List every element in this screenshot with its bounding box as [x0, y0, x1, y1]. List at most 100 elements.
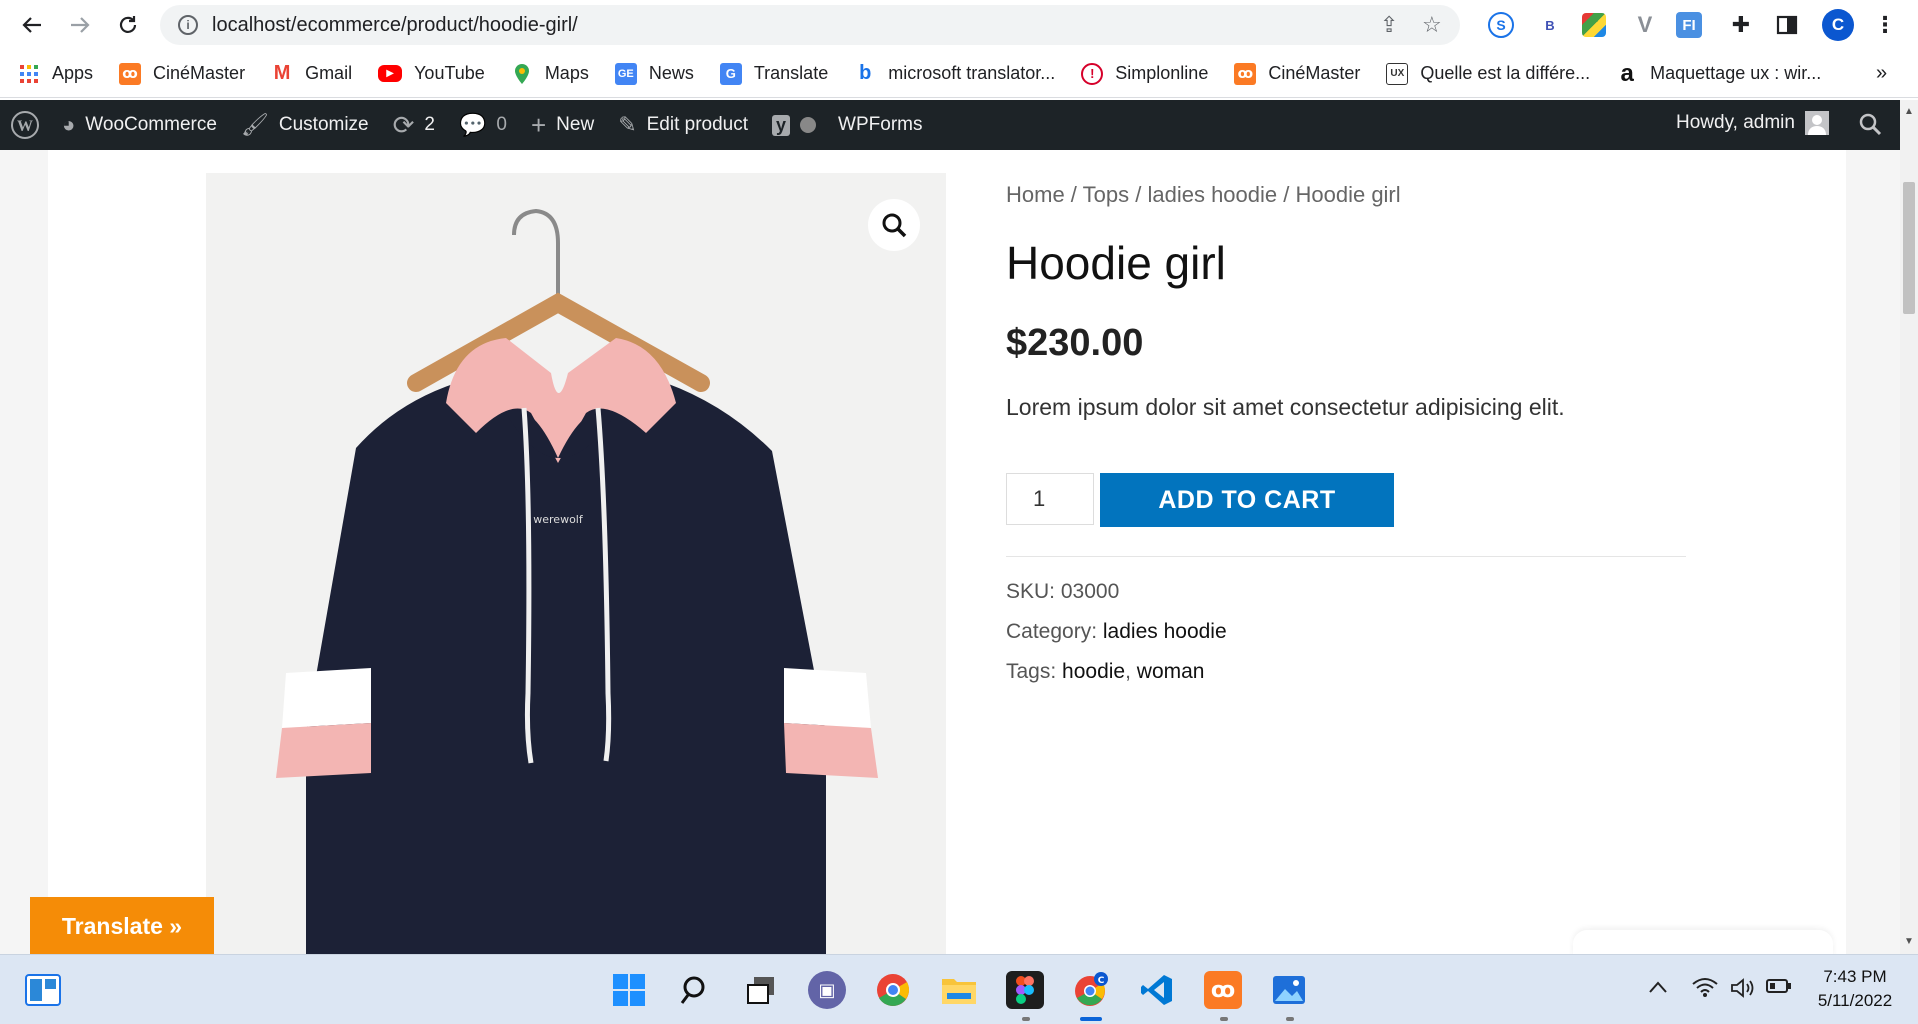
tags-label: Tags: [1006, 660, 1057, 683]
translate-icon: G [719, 62, 742, 85]
translate-widget-button[interactable]: Translate » [30, 897, 214, 955]
extension-refresh-icon[interactable]: S [1488, 12, 1514, 38]
yoast-icon: y [772, 114, 791, 136]
category-link[interactable]: ladies hoodie [1103, 620, 1227, 643]
reload-icon [119, 16, 137, 33]
windows-taskbar: ▣ C ꝏ 7:43 PM 5/11/2022 [0, 954, 1918, 1024]
chrome-icon[interactable] [874, 971, 912, 1009]
bookmark-cinemaster-2[interactable]: ꝏ CinéMaster [1234, 62, 1361, 85]
reload-button[interactable] [108, 5, 148, 45]
file-explorer-icon[interactable] [940, 971, 978, 1009]
browser-menu-icon[interactable]: ⋮ [1870, 10, 1900, 40]
breadcrumb-current: Hoodie girl [1295, 182, 1401, 207]
back-button[interactable] [12, 5, 52, 45]
bookmark-simplonline[interactable]: ! Simplonline [1081, 62, 1209, 85]
adminbar-label: WooCommerce [85, 114, 217, 135]
product-page: werewolf Home / Tops / ladies hoodie / H… [48, 150, 1846, 954]
adminbar-wpforms[interactable]: WPForms [838, 114, 922, 136]
bookmark-translate[interactable]: G Translate [719, 62, 828, 85]
battery-icon[interactable] [1766, 977, 1792, 1000]
adminbar-yoast[interactable]: y [772, 114, 817, 136]
bookmark-maps[interactable]: Maps [511, 63, 589, 85]
share-icon[interactable]: ⇪ [1380, 12, 1398, 38]
adminbar-search-icon[interactable] [1858, 112, 1882, 142]
add-to-cart-button[interactable]: ADD TO CART [1100, 473, 1394, 527]
bookmark-star-icon[interactable]: ☆ [1422, 12, 1442, 38]
maps-icon [511, 63, 533, 85]
wp-admin-bar: W ◕ WooCommerce 🖌 Customize ⟳ 2 💬 0 + Ne… [0, 100, 1900, 150]
bookmark-quelle-est-la-difference[interactable]: UX Quelle est la différe... [1386, 62, 1590, 85]
extensions-puzzle-icon[interactable]: ✚ [1726, 10, 1756, 40]
bookmarks-overflow-button[interactable]: » [1876, 62, 1887, 85]
extension-b-icon[interactable]: B [1535, 10, 1565, 40]
site-info-icon[interactable]: i [178, 15, 198, 35]
adminbar-my-account[interactable]: Howdy, admin [1676, 111, 1829, 135]
forward-button[interactable] [60, 5, 100, 45]
extension-colorful-icon[interactable] [1582, 13, 1606, 37]
teams-chat-icon[interactable]: ▣ [808, 971, 846, 1009]
task-view-icon[interactable] [742, 971, 780, 1009]
active-app-indicator [1080, 1017, 1102, 1021]
product-description: Lorem ipsum dolor sit amet consectetur a… [1006, 394, 1565, 420]
widgets-icon[interactable] [24, 971, 62, 1009]
photos-icon[interactable] [1270, 971, 1308, 1009]
adminbar-customize[interactable]: 🖌 Customize [241, 112, 369, 138]
tag-link-woman[interactable]: woman [1137, 660, 1205, 683]
bookmark-news[interactable]: GE News [614, 62, 694, 85]
address-bar[interactable]: i localhost/ecommerce/product/hoodie-gir… [160, 5, 1460, 45]
system-clock[interactable]: 7:43 PM 5/11/2022 [1800, 965, 1910, 1013]
figma-icon[interactable] [1006, 971, 1044, 1009]
product-image[interactable]: werewolf [206, 173, 946, 954]
adminbar-new[interactable]: + New [531, 110, 594, 141]
scroll-up-arrow[interactable]: ▲ [1904, 106, 1914, 117]
bookmark-label: CinéMaster [1268, 63, 1361, 83]
chrome-profile-icon[interactable]: C [1072, 971, 1110, 1009]
bookmark-youtube[interactable]: ▶ YouTube [378, 63, 485, 84]
start-windows-icon[interactable] [610, 971, 648, 1009]
image-zoom-button[interactable] [868, 199, 920, 251]
yoast-status-dot [800, 117, 817, 133]
profile-avatar[interactable]: C [1822, 9, 1854, 41]
volume-icon[interactable] [1730, 977, 1756, 1005]
sku-value: 03000 [1060, 580, 1120, 603]
product-title: Hoodie girl [1006, 237, 1226, 289]
bookmark-label: Simplonline [1115, 63, 1209, 83]
page-scrollbar[interactable]: ▲ ▼ [1900, 100, 1918, 954]
bookmark-maquettage-ux[interactable]: a Maquettage ux : wir... [1616, 60, 1821, 87]
bookmark-microsoft-translator[interactable]: b microsoft translator... [854, 62, 1055, 85]
search-icon[interactable] [676, 971, 714, 1009]
adminbar-updates[interactable]: ⟳ 2 [393, 110, 435, 141]
breadcrumb-tops[interactable]: Tops [1083, 182, 1129, 207]
scroll-down-arrow[interactable]: ▼ [1904, 936, 1914, 947]
adminbar-comments[interactable]: 💬 0 [459, 112, 507, 138]
bookmark-cinemaster[interactable]: ꝏ CinéMaster [119, 62, 246, 85]
category-label: Category: [1006, 620, 1098, 643]
bookmark-label: Gmail [305, 63, 353, 83]
bookmark-gmail[interactable]: M Gmail [271, 62, 353, 85]
breadcrumb-category[interactable]: ladies hoodie [1147, 182, 1277, 207]
tag-link-hoodie[interactable]: hoodie [1062, 660, 1125, 683]
wifi-icon[interactable] [1692, 977, 1718, 1003]
extension-fi-icon[interactable]: FI [1676, 12, 1702, 38]
side-panel-icon[interactable] [1772, 10, 1802, 40]
svg-text:C: C [1098, 976, 1105, 986]
vscode-icon[interactable] [1138, 971, 1176, 1009]
bookmark-label: CinéMaster [153, 63, 246, 83]
pencil-icon: ✎ [618, 112, 637, 137]
show-hidden-icons-chevron-icon[interactable] [1648, 977, 1668, 1000]
breadcrumb-home[interactable]: Home [1006, 182, 1065, 207]
bookmark-apps[interactable]: Apps [18, 63, 93, 85]
youtube-icon: ▶ [378, 65, 403, 82]
scrollbar-thumb[interactable] [1903, 182, 1915, 314]
xampp-icon[interactable]: ꝏ [1204, 971, 1242, 1009]
wp-logo-menu[interactable]: W [10, 110, 40, 140]
dashboard-gauge-icon: ◕ [62, 112, 76, 137]
quantity-input[interactable] [1006, 473, 1094, 525]
updates-icon: ⟳ [392, 109, 415, 140]
extension-v-icon[interactable]: V [1630, 10, 1660, 40]
adminbar-edit-product[interactable]: ✎ Edit product [618, 112, 748, 138]
bookmark-label: YouTube [414, 63, 485, 83]
xampp-icon: ꝏ [119, 62, 142, 85]
adminbar-woocommerce[interactable]: ◕ WooCommerce [62, 112, 217, 138]
hoodie-image: werewolf [206, 173, 946, 954]
